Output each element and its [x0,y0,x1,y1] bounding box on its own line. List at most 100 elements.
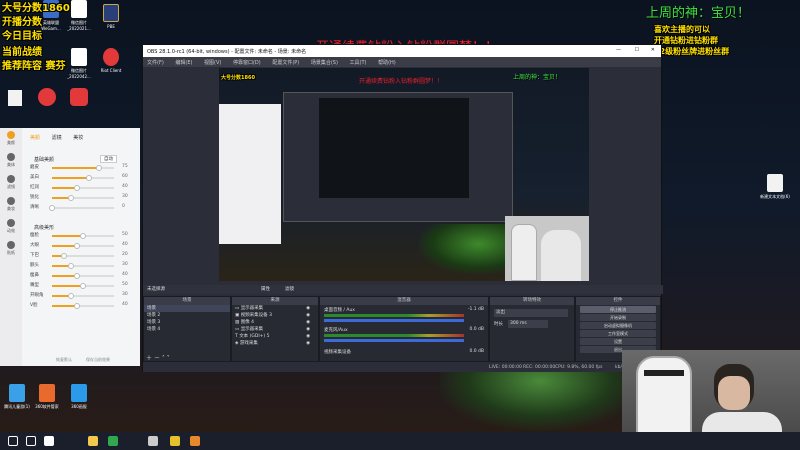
search-icon[interactable] [26,436,36,446]
source-item[interactable]: ▨ 图像 4 ◉ [232,319,318,326]
slider-knob[interactable] [95,165,102,171]
close-icon[interactable]: ✕ [651,47,655,53]
slider-track[interactable] [52,165,114,171]
browser-icon[interactable] [170,436,180,446]
minimize-icon[interactable]: — [616,47,621,53]
source-item[interactable]: ▣ 视频采集设备 3 ◉ [232,312,318,319]
slider-track[interactable] [52,195,114,201]
slider-knob[interactable] [80,283,86,289]
menu-help[interactable]: 帮助(H) [378,60,396,66]
beauty-slider[interactable]: V脸 40 [30,302,136,310]
beauty-slider[interactable]: 开眼角 30 [30,292,136,300]
beauty-slider[interactable]: 瘦鼻 40 [30,272,136,280]
slider-track[interactable] [52,253,114,259]
beauty-slider[interactable]: 大眼 40 [30,242,136,250]
slider-knob[interactable] [61,253,68,259]
eye-icon[interactable]: ◉ [306,305,310,312]
maximize-icon[interactable]: ☐ [635,47,639,53]
studio-mode-button[interactable]: 工作室模式 [580,330,656,337]
menu-file[interactable]: 文件(F) [147,60,164,66]
beauty-side-item-filter[interactable]: 滤镜 [0,172,22,194]
beauty-slider[interactable]: 红润 40 [30,184,136,192]
slider-track[interactable] [52,283,114,289]
desktop-icon-kids-game[interactable]: 腾讯儿童游(1) [2,384,32,410]
start-icon[interactable] [8,436,18,446]
beauty-slider[interactable]: 额头 30 [30,262,136,270]
tab-beauty[interactable]: 美颜 [30,135,40,141]
netease-music-icon[interactable] [38,88,56,106]
beauty-slider[interactable]: 下巴 20 [30,252,136,260]
desktop-icon-pbe[interactable]: PBE [96,4,126,29]
menu-docks[interactable]: 停靠窗口(D) [233,60,261,66]
slider-knob[interactable] [67,293,74,299]
stop-streaming-button[interactable]: 停止推流 [580,306,656,313]
move-up-icon[interactable]: ˄ [162,355,165,362]
slider-track[interactable] [52,303,114,309]
start-recording-button[interactable]: 开始录制 [580,314,656,321]
save-effect-button[interactable]: 保存当前效果 [86,357,110,363]
slider-track[interactable] [52,243,114,249]
slider-track[interactable] [52,293,114,299]
beauty-side-item-stickers[interactable]: 贴纸 [0,238,22,260]
slider-knob[interactable] [86,175,93,181]
remove-icon[interactable]: － [154,355,160,362]
eye-icon[interactable]: ◉ [306,340,310,347]
beauty-side-item-effects[interactable]: 动效 [0,216,22,238]
beauty-side-item-body[interactable]: 美体 [0,150,22,172]
beauty-slider[interactable]: 嘴型 50 [30,282,136,290]
app-icon[interactable] [70,88,88,106]
desktop-icon-riot-client[interactable]: Riot Client [96,48,126,73]
volume-slider[interactable] [324,339,464,342]
scene-item[interactable]: 场景 3 [144,319,230,326]
reset-button[interactable]: 恢复默认 [56,357,72,363]
eye-icon[interactable]: ◉ [306,319,310,326]
desktop-icon-360-pictorial[interactable]: 360画报 [64,384,94,410]
app-icon[interactable] [190,436,200,446]
scene-item[interactable]: 场景 [144,305,230,312]
slider-track[interactable] [52,273,114,279]
slider-track[interactable] [49,205,114,211]
desktop-icon-360-manager[interactable]: 360软件管家 [32,384,62,410]
scene-item[interactable]: 场景 4 [144,326,230,333]
slider-knob[interactable] [67,263,74,269]
slider-track[interactable] [52,263,114,269]
beauty-slider[interactable]: 磨皮 75 [30,164,136,172]
tab-filter[interactable]: 滤镜 [52,135,62,141]
beauty-slider[interactable]: 瘦脸 50 [30,232,136,240]
menu-edit[interactable]: 编辑(E) [175,60,192,66]
settings-button[interactable]: 设置 [580,338,656,345]
slider-knob[interactable] [73,185,80,191]
slider-knob[interactable] [73,243,80,249]
slider-knob[interactable] [80,233,86,239]
slider-knob[interactable] [67,195,74,201]
add-icon[interactable]: ＋ [146,355,152,362]
beauty-side-item-makeup[interactable]: 美妆 [0,194,22,216]
beauty-side-item-beauty[interactable]: 美颜 [0,128,22,150]
menu-view[interactable]: 视图(V) [204,60,221,66]
slider-knob[interactable] [73,303,80,309]
eye-icon[interactable]: ◉ [306,312,310,319]
source-item[interactable]: T 文本 (GDI+) 5 ◉ [232,333,318,340]
source-item[interactable]: ▭ 显示器采集 ◉ [232,305,318,312]
properties-button[interactable]: 属性 [261,285,270,294]
scene-item[interactable]: 场景 2 [144,312,230,319]
desktop-icon-new-text[interactable]: 新建文本文档(6) [760,174,790,200]
obs-preview[interactable]: 大号分数1860 开通续费钻粉入钻粉群圆梦！！ 上周的神：宝贝！ [219,68,589,281]
duration-input[interactable]: 300 ms [508,320,548,328]
source-item[interactable]: ◈ 游戏采集 ◉ [232,340,318,347]
tab-makeup[interactable]: 美妆 [73,135,83,141]
volume-slider[interactable] [324,319,464,322]
taskview-icon[interactable] [44,436,54,446]
slider-knob[interactable] [49,205,55,211]
explorer-icon[interactable] [88,436,98,446]
menu-scene-collection[interactable]: 场景集合(S) [311,60,338,66]
menu-tools[interactable]: 工具(T) [350,60,367,66]
virtual-camera-button[interactable]: 启动虚拟摄像机 [580,322,656,329]
eye-icon[interactable]: ◉ [306,326,310,333]
desktop-file-icon[interactable] [8,90,22,106]
beauty-slider[interactable]: 清晰 0 [30,204,136,212]
source-item[interactable]: ▭ 显示器采集 ◉ [232,326,318,333]
obs-icon[interactable] [148,436,158,446]
slider-track[interactable] [52,175,114,181]
menu-profile[interactable]: 配置文件(P) [272,60,299,66]
